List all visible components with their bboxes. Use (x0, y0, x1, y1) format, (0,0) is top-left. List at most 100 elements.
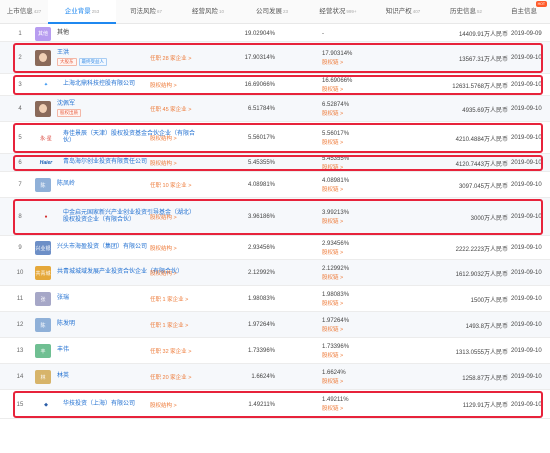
avatar: 林 (35, 370, 51, 384)
final-stake: 5.45355% 股权链 > (322, 154, 392, 172)
tab-2[interactable]: 企业背景253 (48, 0, 116, 24)
avatar: 其他 (35, 26, 51, 41)
status-tag: 大股东 (57, 58, 77, 67)
related-link[interactable]: 任职 45 家企业 > (150, 105, 191, 113)
equity-chain-link[interactable]: 股权链 > (322, 185, 343, 193)
shareholder-name[interactable]: 王洪 (57, 50, 107, 58)
name-block: 寿佳景辰（天津）股权投资基金合伙企业（有限合伙） (63, 131, 198, 146)
final-stake-value: 6.52874% (322, 101, 350, 108)
subscription-date: 2019-09-10 (511, 214, 542, 220)
shareholder-name[interactable]: 丰伟 (57, 347, 69, 355)
shareholder-name[interactable]: 寿佳景辰（天津）股权投资基金合伙企业（有限合伙） (63, 131, 198, 146)
related-link[interactable]: 任职 32 家企业 > (150, 347, 191, 355)
related-link[interactable]: 股权结构 > (150, 244, 177, 252)
equity-chain-link[interactable]: 股权链 > (322, 325, 343, 333)
equity-chain-link[interactable]: 股权链 > (322, 299, 343, 307)
row-index: 5 (18, 135, 22, 141)
equity-chain-link[interactable]: 股权链 > (322, 248, 343, 256)
related-link[interactable]: 股权结构 > (150, 134, 177, 142)
tab-bar: 上市信息427 企业背景253 司法风险67 经营风险10 公司发展23 经营状况999+… (0, 0, 550, 24)
equity-chain-link[interactable]: 股权链 > (322, 58, 343, 66)
name-block: 陈凤岭 (57, 181, 75, 189)
tab-label: 公司发展 (255, 8, 282, 15)
related-link[interactable]: 股权结构 > (150, 269, 177, 277)
company-logo: Haier (39, 160, 53, 166)
related-link[interactable]: 股权结构 > (150, 159, 177, 167)
tab-label: 历史信息 (449, 8, 476, 15)
tab-9[interactable]: 自主信息 HOT (498, 0, 550, 24)
shareholder-name[interactable]: 张瑞 (57, 295, 69, 303)
holding-ratio: 1.98083% (247, 296, 275, 302)
related-link[interactable]: 股权结构 > (150, 81, 177, 89)
equity-chain-link[interactable]: 股权链 > (322, 85, 343, 93)
table-row: 4 沈佩军 股权出质 任职 45 家企业 > 6.51784% 6.52874% 股权链 >… (0, 96, 550, 122)
equity-chain-link[interactable]: 股权链 > (322, 109, 343, 117)
tab-5[interactable]: 公司发展23 (240, 0, 304, 24)
row-index: 11 (16, 296, 24, 302)
final-stake: 1.97264% 股权链 > (322, 312, 392, 338)
row-index: 4 (18, 106, 22, 112)
tab-6[interactable]: 经营状况999+ (304, 0, 372, 24)
subscription-date: 2019-09-10 (511, 106, 542, 112)
shareholder-name[interactable]: 中金启元国家新兴产业创业投资引导基金（湖北）股权投资企业（有限合伙） (63, 210, 198, 225)
related-link[interactable]: 任职 10 家企业 > (150, 181, 191, 189)
tab-1[interactable]: 上市信息427 (0, 0, 48, 24)
tab-8[interactable]: 历史信息52 (434, 0, 498, 24)
tab-3[interactable]: 司法风险67 (116, 0, 176, 24)
subscribed-capital: 1258.87万人民币 (462, 375, 508, 382)
subscribed-capital: 1500万人民币 (470, 297, 508, 304)
row-index: 2 (18, 55, 22, 61)
row-index: 8 (18, 214, 22, 220)
related-link[interactable]: 任职 1 家企业 > (150, 321, 188, 329)
related-link[interactable]: 股权结构 > (150, 401, 177, 409)
subscription-date: 2019-09-10 (511, 182, 542, 188)
shareholder-name[interactable]: 陈凤岭 (57, 181, 75, 189)
holding-ratio: 2.93456% (247, 245, 275, 251)
shareholder-name[interactable]: 青岛海尔创业投资有限责任公司 (63, 159, 147, 167)
avatar: 张 (35, 292, 51, 306)
shareholder-name[interactable]: 华技投资（上海）有限公司 (63, 401, 135, 409)
final-stake: 5.56017% 股权链 > (322, 122, 392, 154)
final-stake: 1.73396% 股权链 > (322, 338, 392, 364)
shareholder-name[interactable]: 林英 (57, 373, 69, 381)
table-row: 6 Haier 青岛海尔创业投资有限责任公司 股权结构 >5.45355% 5.4535… (0, 154, 550, 172)
company-logo: ✦ (43, 82, 49, 88)
equity-chain-link[interactable]: 股权链 > (322, 273, 343, 281)
final-stake-value: 1.49211% (322, 397, 349, 403)
equity-chain-link[interactable]: 股权链 > (322, 217, 343, 225)
tab-label: 知识产权 (385, 8, 412, 15)
name-block: 上海北鼎科技控股有限公司 (63, 81, 135, 89)
tab-label: 经营风险 (191, 8, 218, 15)
shareholder-cell: 兴业银 兴头市海盈投资（集团）有限公司 (35, 236, 215, 260)
equity-chain-link[interactable]: 股权链 > (322, 163, 343, 171)
row-index: 14 (16, 374, 24, 380)
tab-count: 10 (218, 9, 224, 14)
shareholder-cell: ◆ 华技投资（上海）有限公司 (35, 390, 215, 419)
name-block: 青岛海尔创业投资有限责任公司 (63, 159, 147, 167)
holding-ratio: 1.6624% (251, 374, 275, 380)
holding-ratio: 2.12992% (247, 270, 275, 276)
tab-7[interactable]: 知识产权407 (372, 0, 434, 24)
subscribed-capital: 13567.31万人民币 (458, 56, 508, 63)
tab-count: 999+ (346, 9, 357, 14)
shareholder-name[interactable]: 上海北鼎科技控股有限公司 (63, 81, 135, 89)
related-link[interactable]: 股权结构 > (150, 213, 177, 221)
related-link[interactable]: 任职 28 家企业 > (150, 54, 191, 62)
equity-chain-link[interactable]: 股权链 > (322, 377, 343, 385)
equity-chain-link[interactable]: 股权链 > (322, 138, 343, 146)
final-stake-value: 3.99213% (322, 209, 350, 216)
holding-ratio: 5.45355% (247, 160, 275, 166)
related-link[interactable]: 任职 1 家企业 > (150, 295, 188, 303)
table-row: 9 兴业银 兴头市海盈投资（集团）有限公司 股权结构 >2.93456% 2.93456… (0, 236, 550, 260)
tab-4[interactable]: 经营风险10 (176, 0, 240, 24)
table-row: 8 ● 中金启元国家新兴产业创业投资引导基金（湖北）股权投资企业（有限合伙） 股权结构… (0, 198, 550, 236)
equity-chain-link[interactable]: 股权链 > (322, 351, 343, 359)
shareholder-name[interactable]: 陈发明 (57, 321, 75, 329)
tag-group: 股权出质 (57, 109, 81, 118)
final-stake-value: - (322, 30, 324, 37)
shareholder-name[interactable]: 沈佩军 (57, 101, 81, 109)
hot-badge: HOT (535, 1, 547, 7)
shareholder-name[interactable]: 兴头市海盈投资（集团）有限公司 (57, 244, 147, 252)
related-link[interactable]: 任职 20 家企业 > (150, 373, 191, 381)
equity-chain-link[interactable]: 股权链 > (322, 404, 343, 412)
